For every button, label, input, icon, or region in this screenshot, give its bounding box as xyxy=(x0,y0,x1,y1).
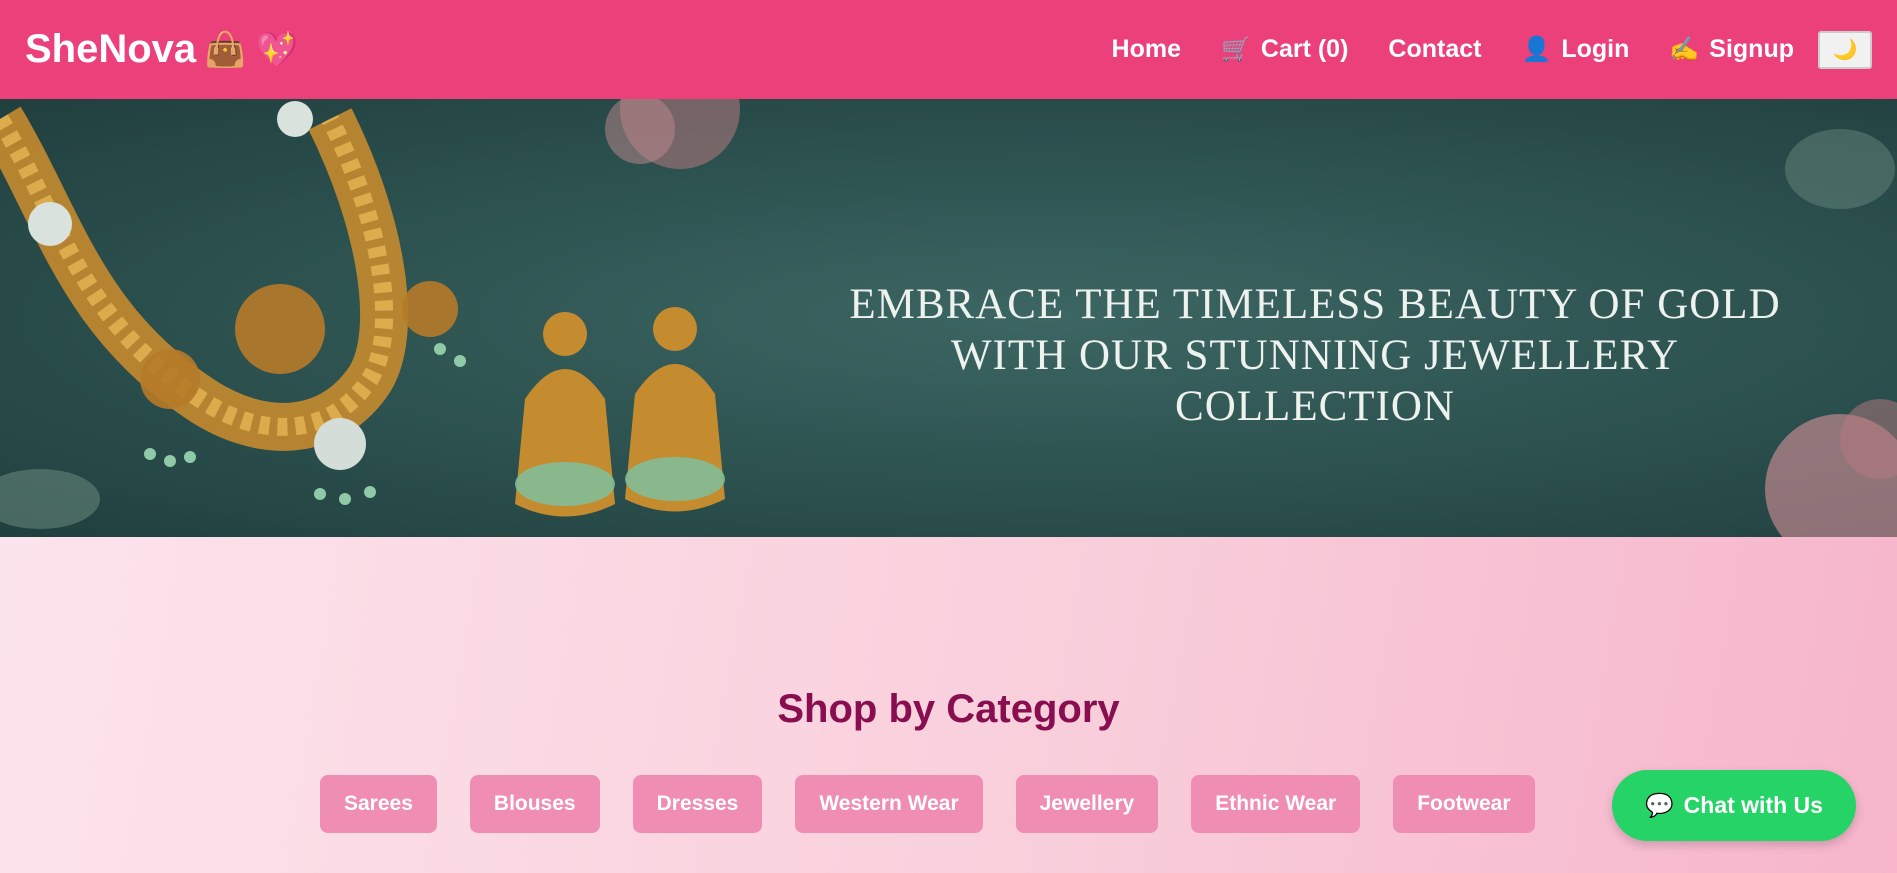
banner-line-1: EMBRACE THE TIMELESS BEAUTY OF GOLD xyxy=(849,281,1781,328)
banner-headline: EMBRACE THE TIMELESS BEAUTY OF GOLD WITH… xyxy=(830,279,1800,432)
navbar: SheNova 👜 💖 Home 🛒 Cart (0) Contact 👤 Lo… xyxy=(0,0,1897,99)
section-title: Shop by Category xyxy=(777,687,1120,731)
category-button-jewellery[interactable]: Jewellery xyxy=(1015,775,1159,833)
nav-cart-label: Cart (0) xyxy=(1260,35,1349,63)
theme-toggle-button[interactable]: 🌙 xyxy=(1818,30,1872,69)
chat-label: Chat with Us xyxy=(1683,792,1823,818)
shop-by-category-section: Shop by Category Sarees Blouses Dresses … xyxy=(0,537,1897,873)
nav-home-label: Home xyxy=(1111,35,1181,63)
nav-links: Home 🛒 Cart (0) Contact 👤 Login ✍️ Signu… xyxy=(1072,0,1872,99)
category-list: Sarees Blouses Dresses Western Wear Jewe… xyxy=(320,775,1535,833)
nav-signup-link[interactable]: ✍️ Signup xyxy=(1669,35,1794,64)
cart-icon: 🛒 xyxy=(1221,36,1251,63)
category-button-blouses[interactable]: Blouses xyxy=(469,775,600,833)
category-button-sarees[interactable]: Sarees xyxy=(320,775,437,833)
nav-cart-link[interactable]: 🛒 Cart (0) xyxy=(1221,35,1348,64)
nav-login-link[interactable]: 👤 Login xyxy=(1521,35,1629,64)
speech-bubble-icon: 💬 xyxy=(1645,792,1674,818)
category-button-western-wear[interactable]: Western Wear xyxy=(795,775,983,833)
nav-contact-link[interactable]: Contact xyxy=(1388,35,1481,64)
category-button-footwear[interactable]: Footwear xyxy=(1393,775,1535,833)
hero-banner[interactable]: EMBRACE THE TIMELESS BEAUTY OF GOLD WITH… xyxy=(0,99,1897,537)
nav-contact-label: Contact xyxy=(1388,35,1482,63)
category-button-ethnic-wear[interactable]: Ethnic Wear xyxy=(1191,775,1361,833)
category-button-dresses[interactable]: Dresses xyxy=(632,775,763,833)
moon-icon: 🌙 xyxy=(1832,39,1858,61)
nav-login-label: Login xyxy=(1561,35,1630,63)
user-icon: 👤 xyxy=(1521,36,1552,63)
banner-line-2: WITH OUR STUNNING JEWELLERY COLLECTION xyxy=(950,332,1680,430)
nav-home-link[interactable]: Home xyxy=(1112,35,1181,64)
brand-name[interactable]: SheNova xyxy=(25,27,196,72)
brand-logo[interactable]: SheNova 👜 💖 xyxy=(25,27,298,72)
writing-hand-icon: ✍️ xyxy=(1669,36,1700,63)
nav-signup-label: Signup xyxy=(1709,35,1794,63)
brand-emoji-icon: 👜 💖 xyxy=(204,30,299,69)
chat-with-us-button[interactable]: 💬 Chat with Us xyxy=(1612,770,1856,841)
